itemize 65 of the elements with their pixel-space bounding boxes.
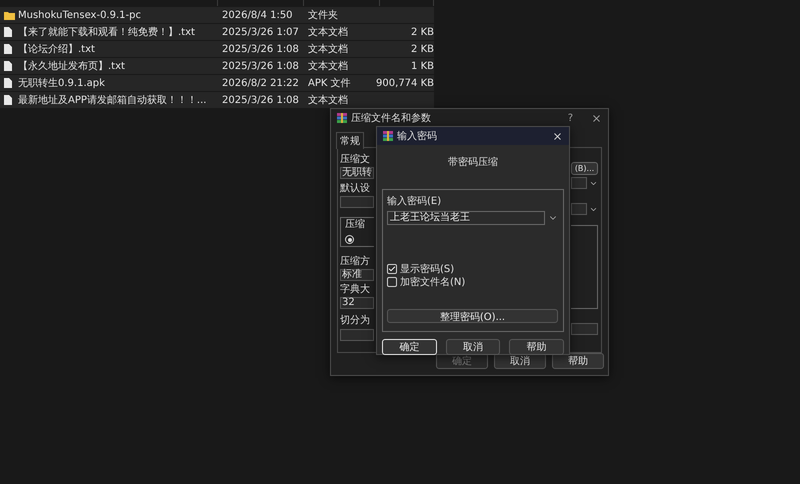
file-size: 2 KB [410, 44, 435, 54]
file-row[interactable]: 【论坛介绍】.txt 2025/3/26 1:08 文本文档 2 KB [0, 41, 434, 57]
field-label: 输入密码(E) [387, 196, 442, 208]
dialog-title: 输入密码 [397, 130, 438, 143]
file-date: 2025/3/26 1:08 [222, 94, 300, 106]
file-name: 无职转生0.9.1.apk [18, 76, 106, 90]
file-type: 文件夹 [308, 8, 339, 22]
folder-icon [4, 10, 15, 20]
dropdown-field[interactable] [571, 177, 587, 189]
profile-field[interactable] [340, 196, 374, 208]
dialog-button[interactable]: 确定 [382, 339, 437, 355]
file-type: 文本文档 [308, 26, 349, 39]
checkbox-label: 加密文件名(N) [400, 276, 466, 288]
checkbox-label: 显示密码(S) [400, 262, 454, 276]
tab[interactable]: 常规 [336, 132, 364, 149]
archive-icon [383, 131, 393, 141]
checkbox[interactable] [387, 276, 397, 286]
group-label: 压缩 [345, 219, 366, 231]
dialog-button[interactable]: 帮助 [509, 339, 564, 355]
file-date: 2026/8/4 1:50 [222, 10, 294, 20]
file-date: 2026/8/2 21:22 [222, 78, 300, 88]
file-row[interactable]: 【永久地址发布页】.txt 2025/3/26 1:08 文本文档 1 KB [0, 58, 434, 74]
file-type: 文本文档 [308, 60, 349, 73]
file-date: 2025/3/26 1:08 [222, 44, 300, 54]
dictionary-field[interactable]: 32 [340, 297, 374, 309]
file-type: APK 文件 [308, 76, 352, 90]
field-label: 压缩文 [340, 154, 371, 166]
field-label: 切分为 [340, 315, 371, 327]
radio-button[interactable] [345, 235, 354, 244]
file-date: 2025/3/26 1:08 [222, 60, 300, 72]
file-type: 文本文档 [308, 42, 349, 56]
close-icon[interactable] [552, 130, 563, 142]
help-button[interactable]: ? [568, 112, 573, 124]
password-field[interactable]: 上老王论坛当老王 [387, 211, 545, 225]
file-row[interactable]: 无职转生0.9.1.apk 2026/8/2 21:22 APK 文件 900,774 KB [0, 75, 434, 91]
file-name: 【论坛介绍】.txt [18, 42, 96, 56]
file-size: 2 KB [410, 26, 435, 38]
file-type: 文本文档 [308, 94, 349, 107]
archive-name-field[interactable]: 无职转 [340, 167, 374, 179]
file-row[interactable]: 【来了就能下载和观看！纯免费！】.txt 2025/3/26 1:07 文本文档 2 KB [0, 24, 434, 40]
dialog-title: 压缩文件名和参数 [351, 112, 432, 125]
checkbox[interactable] [387, 264, 397, 274]
dropdown-field[interactable] [571, 203, 587, 215]
method-field[interactable]: 标准 [340, 269, 374, 281]
field-label: 字典大 [340, 284, 371, 296]
split-field[interactable] [340, 329, 374, 341]
organize-passwords-button[interactable]: 整理密码(O)... [387, 309, 558, 323]
field-label: 默认设 [340, 183, 371, 195]
file-name: MushokuTensex-0.9.1-pc [18, 10, 142, 20]
dialog-heading: 带密码压缩 [448, 156, 498, 169]
browse-button[interactable]: (B)... [571, 162, 598, 175]
file-name: 最新地址及APP请发邮箱自动获取！！！... [18, 94, 208, 107]
file-name: 【来了就能下载和观看！纯免费！】.txt [18, 26, 196, 39]
file-name: 【永久地址发布页】.txt [18, 60, 126, 73]
close-icon[interactable] [591, 112, 602, 124]
archive-icon [337, 113, 347, 123]
file-size: 1 KB [410, 60, 435, 72]
dialog-button[interactable]: 帮助 [552, 353, 604, 369]
dialog-button[interactable]: 取消 [446, 339, 500, 355]
file-row[interactable]: MushokuTensex-0.9.1-pc 2026/8/4 1:50 文件夹 [0, 7, 434, 23]
file-size: 900,774 KB [375, 78, 435, 88]
field-label: 压缩方 [340, 256, 371, 268]
file-date: 2025/3/26 1:07 [222, 26, 300, 38]
text-field[interactable] [571, 323, 598, 335]
file-row[interactable]: 最新地址及APP请发邮箱自动获取！！！... 2025/3/26 1:08 文本文档 [0, 92, 434, 108]
